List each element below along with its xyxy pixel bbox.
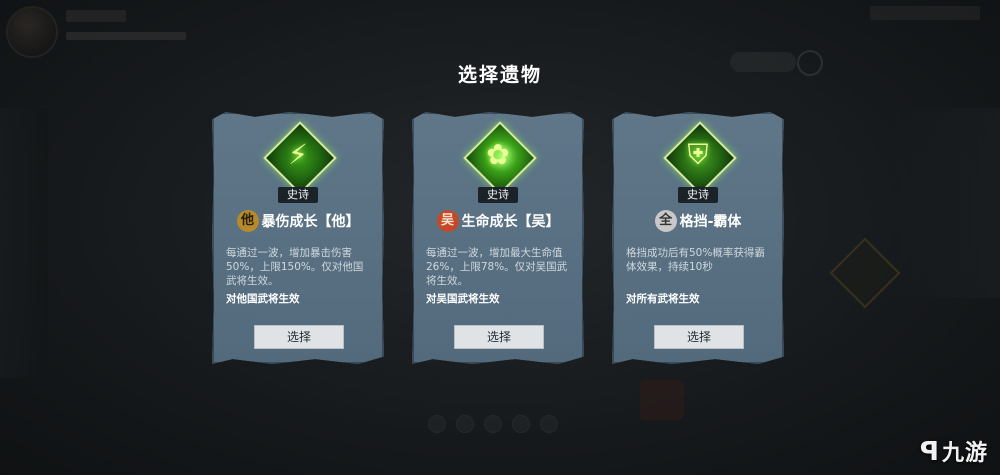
relic-name-row: 吴生命成长【吴】	[412, 210, 584, 232]
watermark-text: 九游	[941, 441, 988, 466]
rarity-badge: 史诗	[278, 187, 318, 203]
relic-description: 格挡成功后有50%概率获得霸体效果，持续10秒	[626, 247, 765, 273]
relic-faction-note: 对吴国武将生效	[426, 293, 500, 305]
relic-faction-note: 对他国武将生效	[226, 293, 300, 305]
rarity-badge: 史诗	[678, 187, 718, 203]
relic-description: 每通过一波，增加最大生命值26%，上限78%。仅对吴国武将生效。	[426, 247, 568, 287]
relic-name: 暴伤成长【他】	[261, 214, 360, 230]
watermark-logo: ꟼ九游	[920, 435, 988, 467]
relic-icon: ⚡	[263, 121, 337, 195]
relic-description: 每通过一波，增加暴击伤害50%，上限150%。仅对他国武将生效。	[226, 247, 364, 287]
relic-faction-note: 对所有武将生效	[626, 293, 700, 305]
green-slash-icon: ⚡	[288, 138, 308, 171]
relic-name-row: 全格挡-霸体	[612, 210, 784, 232]
jiuyou-logo-icon: ꟼ	[919, 437, 940, 467]
faction-badge: 他	[236, 210, 259, 232]
faction-badge: 全	[654, 210, 677, 232]
relic-card-3[interactable]: ⛨ 史诗 全格挡-霸体 格挡成功后有50%概率获得霸体效果，持续10秒 对所有武…	[612, 112, 784, 364]
relic-card-2[interactable]: ✿ 史诗 吴生命成长【吴】 每通过一波，增加最大生命值26%，上限78%。仅对吴…	[412, 112, 584, 364]
relic-icon: ✿	[463, 121, 537, 195]
green-shield-icon: ⛨	[687, 138, 709, 171]
green-leaf-icon: ✿	[486, 138, 510, 171]
relic-card-1[interactable]: ⚡ 史诗 他暴伤成长【他】 每通过一波，增加暴击伤害50%，上限150%。仅对他…	[212, 112, 384, 364]
panel-title: 选择遗物	[457, 64, 542, 86]
relic-name: 格挡-霸体	[679, 214, 742, 230]
select-button[interactable]: 选择	[654, 325, 744, 349]
rarity-badge: 史诗	[478, 187, 518, 203]
select-button[interactable]: 选择	[254, 325, 344, 349]
faction-badge: 吴	[436, 210, 459, 232]
relic-icon: ⛨	[663, 121, 737, 195]
relic-name: 生命成长【吴】	[461, 214, 560, 230]
select-button[interactable]: 选择	[454, 325, 544, 349]
relic-name-row: 他暴伤成长【他】	[212, 210, 384, 232]
